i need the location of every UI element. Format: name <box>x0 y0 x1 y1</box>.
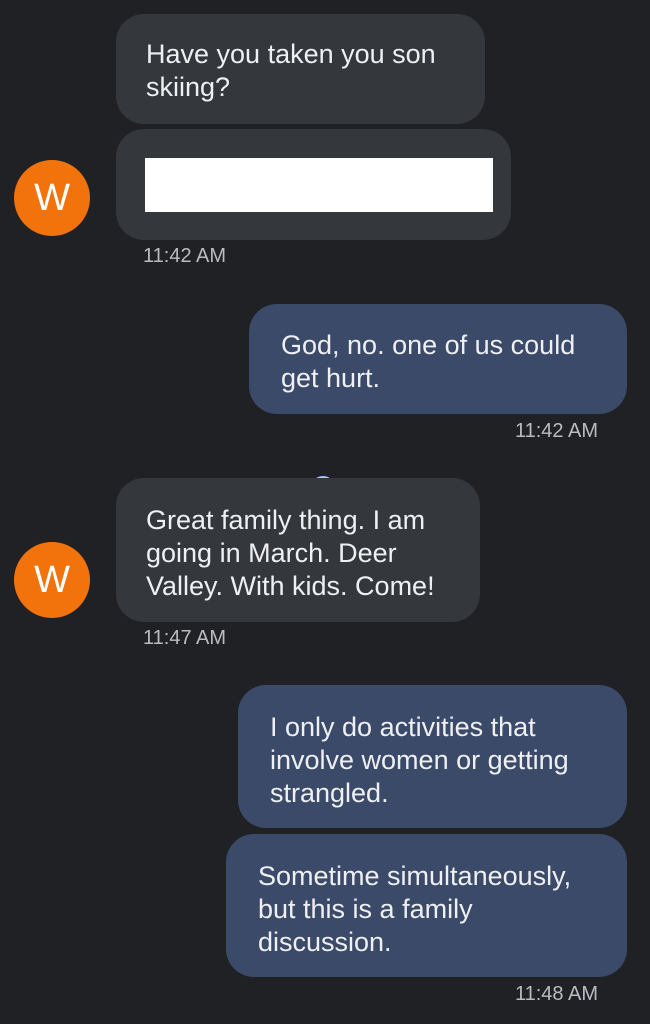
message-bubble-outgoing[interactable]: God, no. one of us could get hurt. <box>249 304 627 414</box>
message-bubble-incoming-redacted[interactable] <box>116 129 511 240</box>
message-timestamp: 11:48 AM <box>514 983 598 1005</box>
message-timestamp: 11:42 AM <box>143 245 227 267</box>
redaction-box <box>145 158 493 212</box>
message-bubble-outgoing[interactable]: I only do activities that involve women … <box>238 685 627 828</box>
message-bubble-incoming[interactable]: Great family thing. I am going in March.… <box>116 478 480 622</box>
message-bubble-incoming[interactable]: Have you taken you son skiing? <box>116 14 485 124</box>
message-timestamp: 11:42 AM <box>514 420 598 442</box>
message-timestamp: 11:47 AM <box>143 627 227 649</box>
contact-avatar[interactable]: W <box>14 160 90 236</box>
contact-avatar[interactable]: W <box>14 542 90 618</box>
conversation-view: Have you taken you son skiing? W 11:42 A… <box>0 0 650 1024</box>
message-bubble-outgoing[interactable]: Sometime simultaneously, but this is a f… <box>226 834 627 977</box>
